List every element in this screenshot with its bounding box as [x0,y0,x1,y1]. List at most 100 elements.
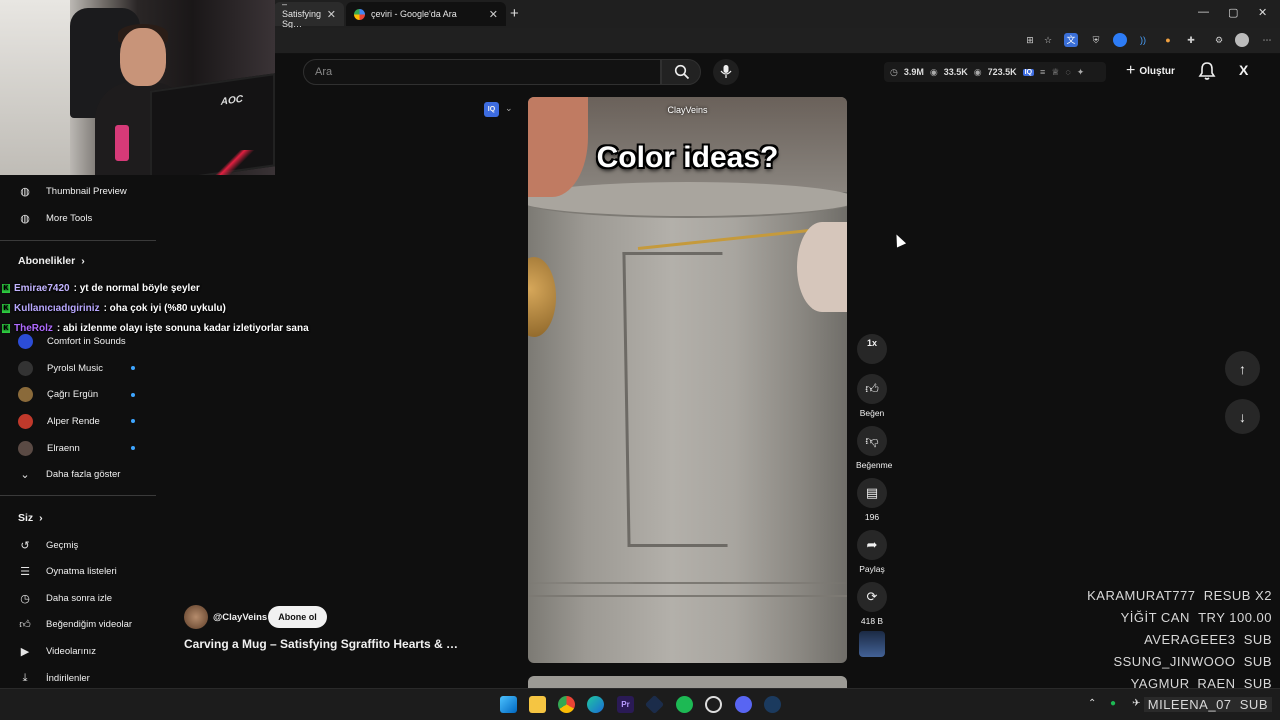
subscribe-button[interactable]: Abone ol [268,606,327,628]
chat-icon[interactable]: ◌ [1065,67,1070,77]
chat-badge-icon: K [2,304,10,313]
browser-tab-youtube[interactable]: – Satisfying Sg… ✕ [274,0,344,29]
tray-app-icon[interactable]: ✈ [1132,698,1140,709]
shield-icon[interactable]: ⛨ [1089,33,1103,47]
premiere-icon[interactable]: Pr [617,696,634,713]
dislike-button[interactable]: 👎︎ Beğenme [856,426,892,470]
plus-icon: + [1126,62,1136,79]
avatar [18,333,33,349]
new-content-dot [131,446,135,450]
maximize-button[interactable]: ▢ [1228,6,1238,19]
tray-expand-icon[interactable]: ⌃ [1088,698,1096,709]
sidebar-item-liked-videos[interactable]: 👍︎ Beğendiğim videolar [18,614,132,634]
sidebar-item-alper-rende[interactable]: Alper Rende [18,411,100,431]
menu-icon[interactable]: ≡ [1040,67,1045,77]
file-explorer-icon[interactable] [529,696,546,713]
sidebar-item-cagri-ergun[interactable]: Çağrı Ergün [18,384,98,404]
settings-icon[interactable]: ⚙ [1212,33,1226,47]
video-title[interactable]: Carving a Mug – Satisfying Sgraffito Hea… [184,637,458,651]
close-window-button[interactable]: ✕ [1258,6,1267,19]
notifications-button[interactable] [1198,61,1216,86]
video-channel-overlay: ClayVeins [667,105,708,115]
sound-thumbnail[interactable] [859,631,885,657]
sidebar-item-label: Elraenn [47,442,80,454]
sidebar-item-thumbnail-preview[interactable]: ◍ Thumbnail Preview [18,181,127,201]
sidebar-item-label: More Tools [46,212,93,224]
sidebar-item-label: Daha fazla göster [46,468,121,480]
x-logo-icon[interactable]: X [1239,62,1248,78]
tool-icon: ◍ [20,185,30,198]
sidebar-item-comfort-in-sounds[interactable]: Comfort in Sounds [18,331,126,351]
heading-label: Abonelikler [18,255,76,267]
playlist-icon: ☰ [20,565,30,578]
extension-icon[interactable] [1113,33,1127,47]
trophy-icon[interactable]: ♕ [1051,67,1059,78]
comments-button[interactable]: ▤ 196 [856,478,888,522]
search-placeholder: Ara [315,66,333,78]
audio-icon[interactable]: )) [1136,33,1150,47]
sidebar-item-history[interactable]: ↺ Geçmiş [18,535,78,555]
close-tab-icon[interactable]: ✕ [327,8,336,21]
like-label: Beğen [859,408,885,418]
create-button[interactable]: + Oluştur [1126,62,1175,80]
new-tab-button[interactable]: + [510,5,519,22]
profile-avatar[interactable] [1235,33,1249,47]
more-menu-icon[interactable]: ⋯ [1260,33,1274,47]
sidebar-item-elraenn[interactable]: Elraenn [18,438,80,458]
sidebar-item-downloads[interactable]: ⤓ İndirilenler [18,668,90,688]
spotify-icon[interactable] [676,696,693,713]
iq-icon[interactable]: IQ [1022,68,1035,76]
apps-icon[interactable]: ⊞ [1023,33,1037,47]
remix-button[interactable]: ⟳ 418 B [856,582,888,626]
show-more-button[interactable]: ⌄ Daha fazla göster [18,464,120,484]
sidebar-item-label: Beğendiğim videolar [46,618,133,630]
sidebar-item-pyrolsl-music[interactable]: Pyrolsl Music [18,358,103,378]
subscriptions-heading[interactable]: Abonelikler › [18,255,85,267]
clock-icon: ◷ [890,66,898,77]
sidebar-item-more-tools[interactable]: ◍ More Tools [18,208,92,228]
edge-icon[interactable] [587,696,604,713]
minimize-button[interactable]: — [1198,6,1209,18]
discord-icon[interactable] [735,696,752,713]
thumbs-down-icon: 👎︎ [857,426,887,456]
sidebar-item-playlists[interactable]: ☰ Oynatma listeleri [18,561,117,581]
chat-badge-icon: K [2,284,10,293]
you-heading[interactable]: Siz › [18,512,43,524]
translate-icon[interactable]: 文 [1064,33,1078,47]
search-button[interactable] [661,59,701,85]
channel-avatar[interactable] [184,605,208,629]
sidebar-item-your-videos[interactable]: ▶ Videolarınız [18,641,96,661]
windows-icon[interactable] [500,696,517,713]
share-button[interactable]: ➦ Paylaş [856,530,888,574]
star-icon[interactable]: ☆ [1041,33,1055,47]
sparkle-icon[interactable]: ✦ [1077,67,1085,78]
iq-extension-icon[interactable]: IQ [484,102,499,117]
steam-icon[interactable] [764,696,781,713]
app-icon[interactable] [705,696,722,713]
like-button[interactable]: 👍︎ Beğen [856,374,888,418]
search-input[interactable]: Ara [303,59,661,85]
new-content-dot [131,419,135,423]
avatar [18,440,33,456]
browser-tab-google[interactable]: çeviri - Google'da Ara ✕ [346,2,506,26]
sidebar-item-watch-later[interactable]: ◷ Daha sonra izle [18,588,112,608]
chevron-down-icon[interactable]: ⌄ [505,103,513,114]
previous-short-button[interactable]: ↑ [1225,351,1260,386]
extension-icon[interactable]: ● [1161,33,1175,47]
sidebar-item-label: İndirilenler [46,672,90,684]
playback-speed-button[interactable]: 1x [857,334,887,364]
chat-message: K TheRolz : abi izlenme olayı işte sonun… [2,323,309,334]
next-short-button[interactable]: ↓ [1225,399,1260,434]
channel-handle[interactable]: @ClayVeins [213,612,267,623]
tool-icon: ◍ [20,212,30,225]
next-short-preview[interactable] [528,676,847,688]
chat-text: : yt de normal böyle şeyler [73,283,200,294]
close-tab-icon[interactable]: ✕ [489,8,498,21]
shorts-video-player[interactable]: ClayVeins Color ideas? [528,97,847,663]
speed-label: 1x [866,338,877,348]
tray-app-icon[interactable]: ● [1110,698,1116,709]
chrome-icon[interactable] [558,696,575,713]
puzzle-icon[interactable]: ✚ [1184,33,1198,47]
chevron-right-icon: › [81,255,85,267]
voice-search-button[interactable] [713,59,739,85]
